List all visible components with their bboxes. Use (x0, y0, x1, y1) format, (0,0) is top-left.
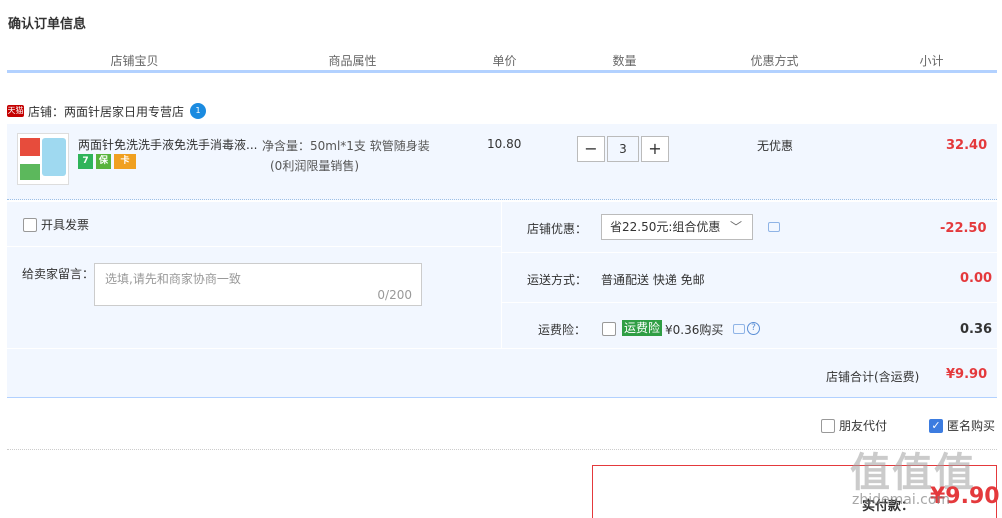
shipping-label: 运送方式： (527, 273, 588, 287)
watermark-text: zhidemai.com (852, 492, 951, 508)
shipping-method: 普通配送 快递 免邮 (601, 273, 705, 287)
column-header-quantity: 数量 (612, 54, 637, 68)
column-header-unit-price: 单价 (492, 54, 517, 68)
product-title-link[interactable]: 两面针免洗洗手液免洗手消毒液... (78, 136, 258, 153)
column-header-discount: 优惠方式 (750, 54, 799, 68)
shop-name[interactable]: 店铺：两面针居家日用专营店 (28, 103, 184, 120)
column-header-subtotal: 小计 (919, 54, 944, 68)
friend-pay-label: 朋友代付 (839, 419, 888, 433)
quantity-increase-button[interactable]: + (641, 136, 669, 162)
column-header-attributes: 商品属性 (328, 54, 377, 68)
message-placeholder: 选填,请先和商家协商一致 (105, 272, 241, 286)
chat-icon[interactable]: 1 (190, 103, 207, 119)
panel-divider (501, 302, 997, 303)
quantity-decrease-button[interactable]: − (577, 136, 605, 162)
quantity-input[interactable]: 3 (607, 136, 639, 162)
product-thumbnail[interactable] (17, 133, 69, 185)
section-divider (7, 449, 997, 450)
panel-divider (7, 246, 501, 247)
insurance-price: 0.36 (960, 322, 993, 337)
service-icons: 7 保 卡 (78, 154, 136, 169)
thumb-badge-shape (20, 164, 40, 180)
column-headers: 店铺宝贝 商品属性 单价 数量 优惠方式 小计 (7, 52, 997, 70)
unit-price: 10.80 (487, 137, 522, 151)
thumb-bottle-shape (42, 138, 66, 176)
chevron-down-icon: ﹀ (729, 220, 742, 234)
shop-total-value: ¥9.90 (946, 367, 988, 382)
product-attribute: 净含量：50ml*1支 软管随身装 (262, 139, 430, 153)
shipping-price: 0.00 (960, 271, 993, 286)
tmall-badge-icon: 天猫 (7, 105, 24, 117)
page-title: 确认订单信息 (8, 17, 87, 32)
panel-divider (7, 348, 997, 349)
item-discount: 无优惠 (757, 139, 794, 153)
shop-row: 天猫 店铺：两面针居家日用专营店 1 (7, 101, 207, 121)
guarantee-icon[interactable]: 保 (96, 154, 111, 169)
insurance-tag: 运费险 (622, 320, 663, 336)
anonymous-buy-label: 匿名购买 (947, 419, 996, 433)
item-subtotal: 32.40 (946, 138, 988, 153)
shop-discount-value: -22.50 (940, 221, 987, 236)
anonymous-buy-checkbox[interactable]: ✓ (929, 418, 943, 433)
shop-discount-label: 店铺优惠： (527, 222, 588, 236)
comment-icon[interactable] (768, 222, 780, 232)
panel-divider (501, 202, 502, 348)
help-icon[interactable]: ? (747, 322, 760, 335)
insurance-checkbox[interactable] (602, 322, 616, 336)
friend-pay-option[interactable]: 朋友代付 (821, 417, 887, 434)
invoice-option[interactable]: 开具发票 (23, 216, 89, 233)
product-attribute-note: (0利润限量销售) (270, 159, 359, 173)
friend-pay-checkbox[interactable] (821, 418, 835, 433)
message-label: 给卖家留言： (22, 267, 95, 281)
shop-total-label: 店铺合计(含运费) (826, 370, 920, 384)
shop-discount-selected: 省22.50元:组合优惠 (610, 220, 721, 234)
header-divider (7, 70, 997, 73)
insurance-buy-text: ¥0.36购买 (665, 323, 724, 337)
card-payment-icon[interactable]: 卡 (114, 154, 136, 169)
quantity-stepper: − 3 + (577, 136, 669, 162)
column-header-shop-item: 店铺宝贝 (110, 54, 159, 68)
thumb-label-shape (20, 138, 40, 156)
seller-message-input[interactable]: 选填,请先和商家协商一致 0/200 (94, 263, 422, 306)
invoice-checkbox[interactable] (23, 217, 37, 232)
message-char-count: 0/200 (377, 288, 412, 302)
seven-day-return-icon[interactable]: 7 (78, 154, 93, 169)
shop-discount-select[interactable]: 省22.50元:组合优惠 ﹀ (601, 214, 753, 240)
invoice-label: 开具发票 (41, 218, 90, 232)
insurance-label: 运费险： (538, 323, 587, 337)
comment-icon[interactable] (733, 324, 745, 334)
panel-divider (501, 252, 997, 253)
anonymous-buy-option[interactable]: ✓ 匿名购买 (929, 417, 995, 434)
